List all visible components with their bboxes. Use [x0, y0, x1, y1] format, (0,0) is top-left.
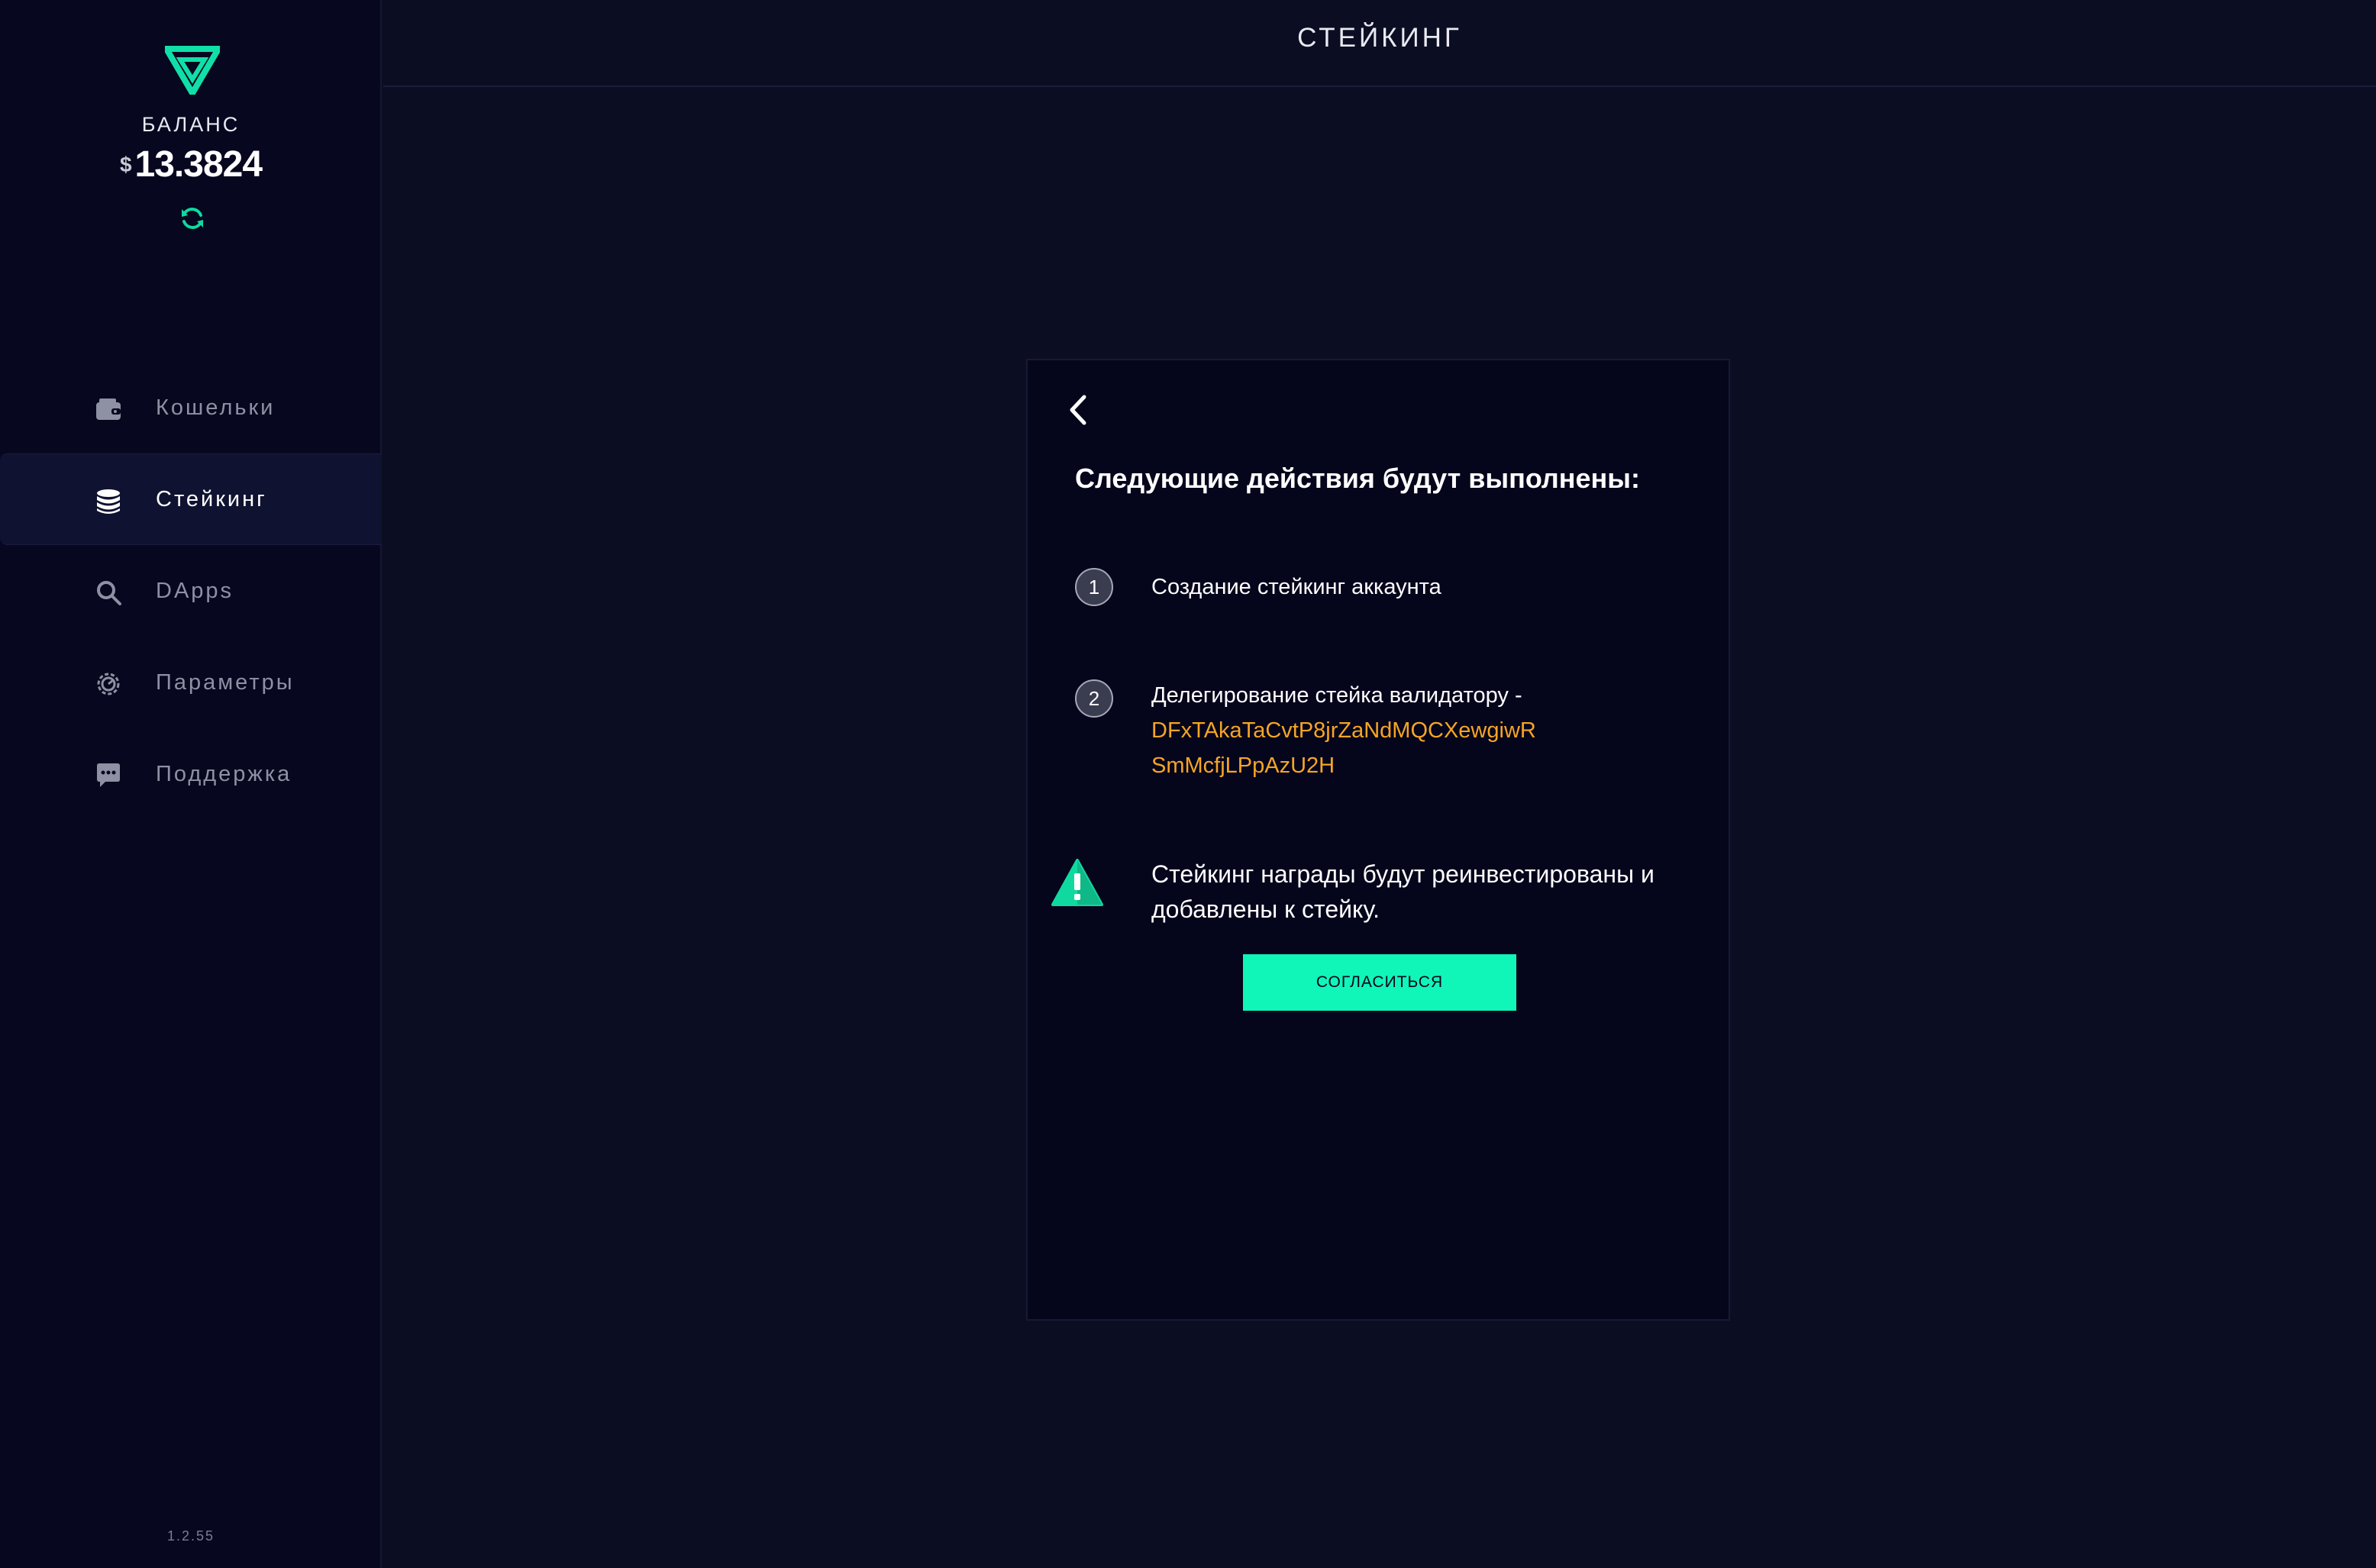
sidebar-item-dapps[interactable]: DApps	[0, 545, 382, 637]
logo-icon	[165, 46, 220, 95]
sidebar-item-settings[interactable]: Параметры	[0, 637, 382, 728]
card-heading: Следующие действия будут выполнены:	[1075, 463, 1641, 494]
sidebar-item-wallets[interactable]: Кошельки	[0, 362, 382, 453]
step-number-2: 2	[1075, 679, 1113, 718]
chat-icon	[97, 763, 120, 787]
sidebar: БАЛАНС $13.3824 Кошельки Стейкинг DApps …	[0, 0, 382, 1568]
balance-value: $13.3824	[0, 144, 382, 186]
validator-address-line2: SmMcfjLPpAzU2H	[1151, 753, 1335, 778]
page-header: СТЕЙКИНГ	[383, 0, 2376, 87]
sidebar-item-label: DApps	[156, 578, 234, 603]
step-text-2-label: Делегирование стейка валидатору -	[1151, 683, 1522, 708]
refresh-icon[interactable]	[179, 205, 206, 232]
sidebar-item-staking[interactable]: Стейкинг	[0, 453, 382, 545]
settings-icon	[97, 673, 120, 695]
search-icon	[97, 581, 121, 605]
validator-address-line1: DFxTAkaTaCvtP8jrZaNdMQCXewgiwR	[1151, 718, 1536, 743]
warning-line-1: Стейкинг награды будут реинвестированы и	[1151, 860, 1654, 888]
sidebar-item-label: Параметры	[156, 669, 295, 695]
page-title: СТЕЙКИНГ	[1297, 23, 1462, 53]
warning-line-2: добавлены к стейку.	[1151, 895, 1380, 923]
sidebar-item-label: Кошельки	[156, 395, 276, 420]
app-version: 1.2.55	[166, 1528, 215, 1544]
balance-amount: 13.3824	[134, 144, 263, 185]
wallet-icon	[96, 398, 121, 420]
agree-button[interactable]: СОГЛАСИТЬСЯ	[1243, 954, 1516, 1011]
back-arrow-icon[interactable]	[1063, 391, 1093, 429]
warning-icon	[1051, 859, 1103, 906]
step-number-1: 1	[1075, 568, 1113, 606]
currency-symbol: $	[119, 152, 132, 176]
staking-confirm-card: Следующие действия будут выполнены: 1 Со…	[1026, 359, 1730, 1321]
sidebar-item-label: Стейкинг	[156, 486, 267, 511]
step-text-1: Создание стейкинг аккаунта	[1151, 575, 1441, 599]
sidebar-item-support[interactable]: Поддержка	[0, 728, 382, 820]
step-text-2: Делегирование стейка валидатору - DFxTAk…	[1151, 678, 1536, 783]
sidebar-item-label: Поддержка	[156, 761, 292, 786]
sidebar-nav: Кошельки Стейкинг DApps Параметры Поддер…	[0, 362, 382, 820]
coins-stack-icon	[97, 489, 120, 514]
balance-label: БАЛАНС	[141, 113, 241, 136]
reinvest-warning: Стейкинг награды будут реинвестированы и…	[1151, 857, 1701, 927]
